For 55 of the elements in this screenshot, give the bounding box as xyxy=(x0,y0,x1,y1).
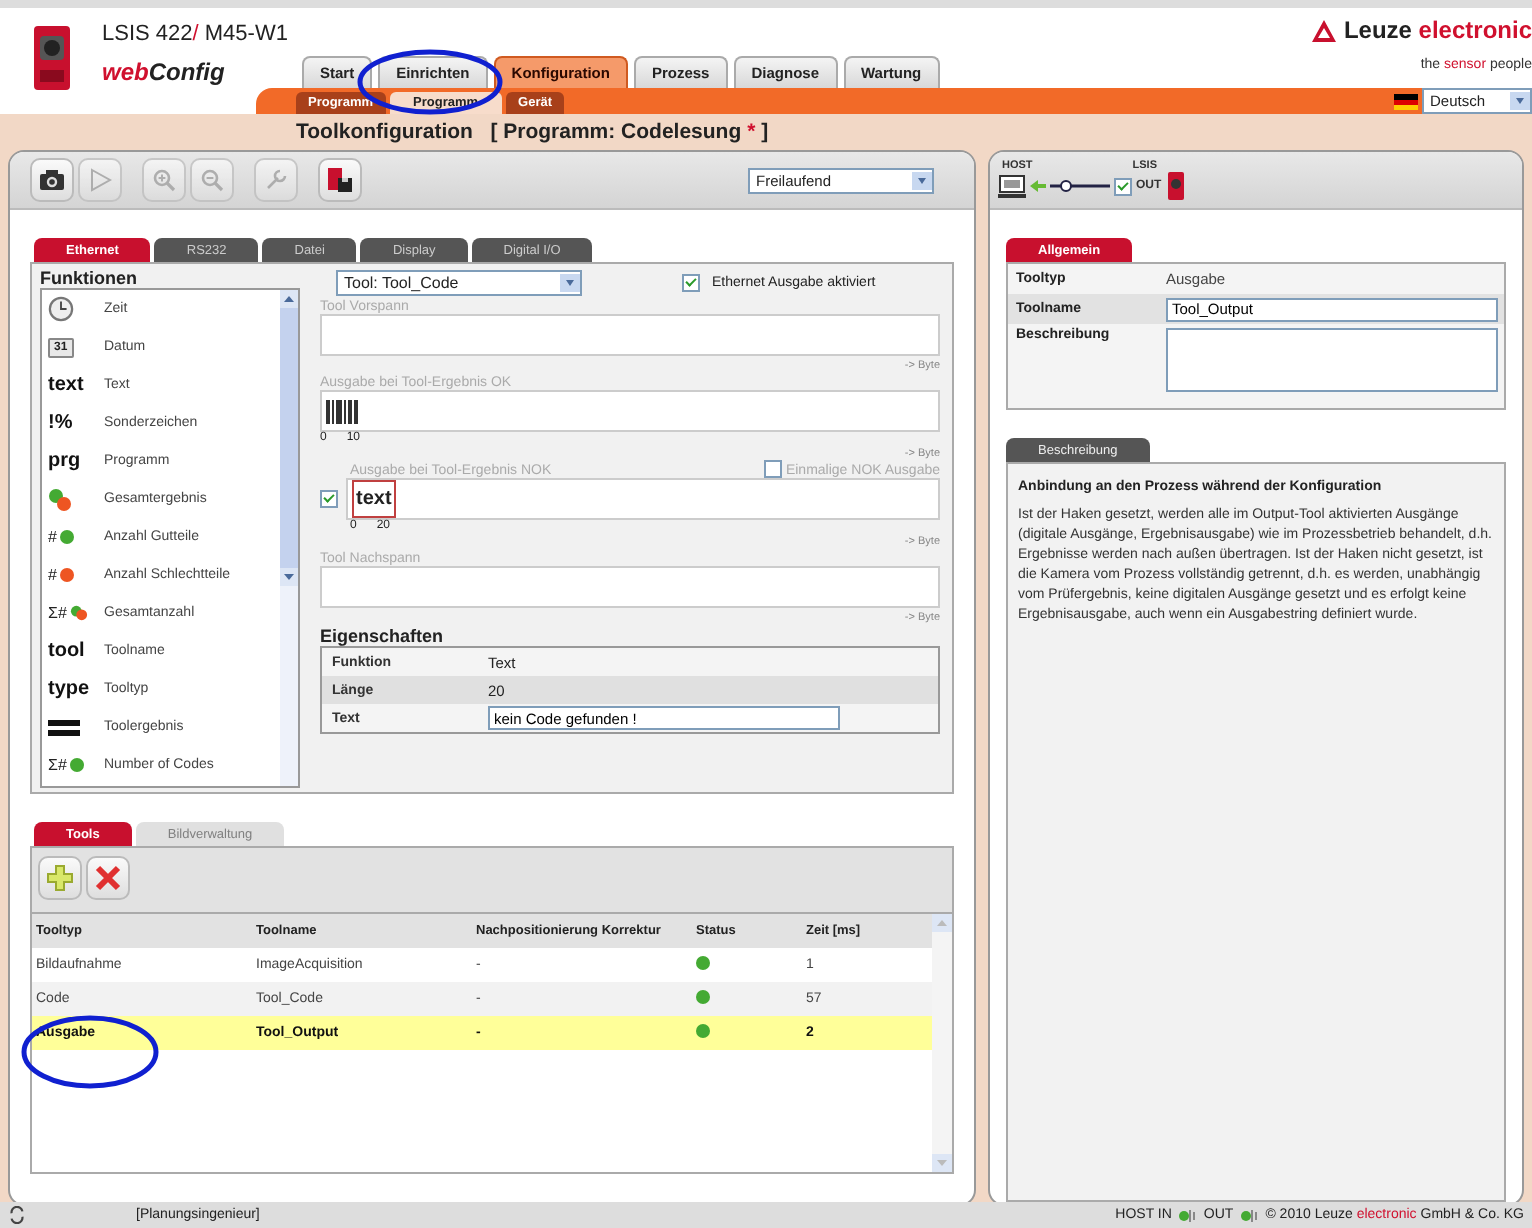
zoom-out-icon xyxy=(200,168,224,192)
camera-button[interactable] xyxy=(30,158,74,202)
device-save-icon xyxy=(326,166,354,194)
barcode-token-icon xyxy=(326,399,358,423)
refresh-icon[interactable] xyxy=(8,1206,26,1224)
function-glyph: prg xyxy=(48,450,81,472)
function-glyph: tool xyxy=(48,640,85,662)
flag-icon xyxy=(1394,93,1418,109)
output-field[interactable]: text xyxy=(346,478,940,520)
app-name: webConfig xyxy=(102,58,227,86)
scroll-down-icon[interactable] xyxy=(280,568,298,586)
double-bar-icon xyxy=(48,719,80,735)
counter-glyph: # xyxy=(48,566,57,584)
scrollbar[interactable] xyxy=(280,290,298,786)
checkbox[interactable] xyxy=(1114,177,1132,195)
output-field[interactable] xyxy=(320,390,940,432)
camera-device-icon xyxy=(30,22,74,94)
output-field[interactable] xyxy=(320,314,940,356)
logo-icon xyxy=(1311,19,1336,41)
result-dots-icon xyxy=(48,487,72,511)
description-textarea[interactable] xyxy=(1166,328,1498,392)
computer-icon xyxy=(998,174,1026,198)
tool-select[interactable]: Tool: Tool_Code xyxy=(336,269,582,295)
function-glyph: !% xyxy=(48,412,73,434)
signal-icon xyxy=(1239,1207,1260,1223)
wrench-icon xyxy=(264,168,288,192)
add-button[interactable] xyxy=(38,856,82,900)
save-button[interactable] xyxy=(318,158,362,202)
zoom-in-icon xyxy=(152,168,176,192)
functions-title: Funktionen xyxy=(40,268,139,288)
function-glyph: type xyxy=(48,678,90,700)
scroll-up-icon[interactable] xyxy=(280,290,298,308)
counter-glyph: Σ# xyxy=(48,756,67,774)
brand-name: Leuze electronic xyxy=(1343,16,1532,44)
camera-icon xyxy=(38,168,66,192)
page-title: Toolkonfiguration [ Programm: Codelesung * ] xyxy=(294,118,771,148)
plus-icon xyxy=(46,864,74,892)
play-icon xyxy=(88,168,112,192)
signal-icon xyxy=(1177,1207,1198,1223)
product-name: LSIS 422/ M45-W1 xyxy=(102,22,288,46)
camera-device-icon xyxy=(1165,172,1186,200)
text-token[interactable]: text xyxy=(352,480,396,518)
checkbox[interactable] xyxy=(682,273,700,291)
function-glyph: text xyxy=(48,374,84,396)
counter-glyph: # xyxy=(48,528,57,546)
delete-button[interactable] xyxy=(86,856,130,900)
close-icon xyxy=(94,864,122,892)
clock-icon xyxy=(48,296,74,322)
connection-line xyxy=(1050,178,1110,194)
arrow-icon xyxy=(1030,180,1046,192)
output-field[interactable] xyxy=(320,566,940,608)
annotation-ellipse xyxy=(20,1014,160,1090)
properties-title: Eigenschaften xyxy=(320,626,446,646)
checkbox[interactable] xyxy=(320,490,338,508)
checkbox[interactable] xyxy=(763,460,782,478)
